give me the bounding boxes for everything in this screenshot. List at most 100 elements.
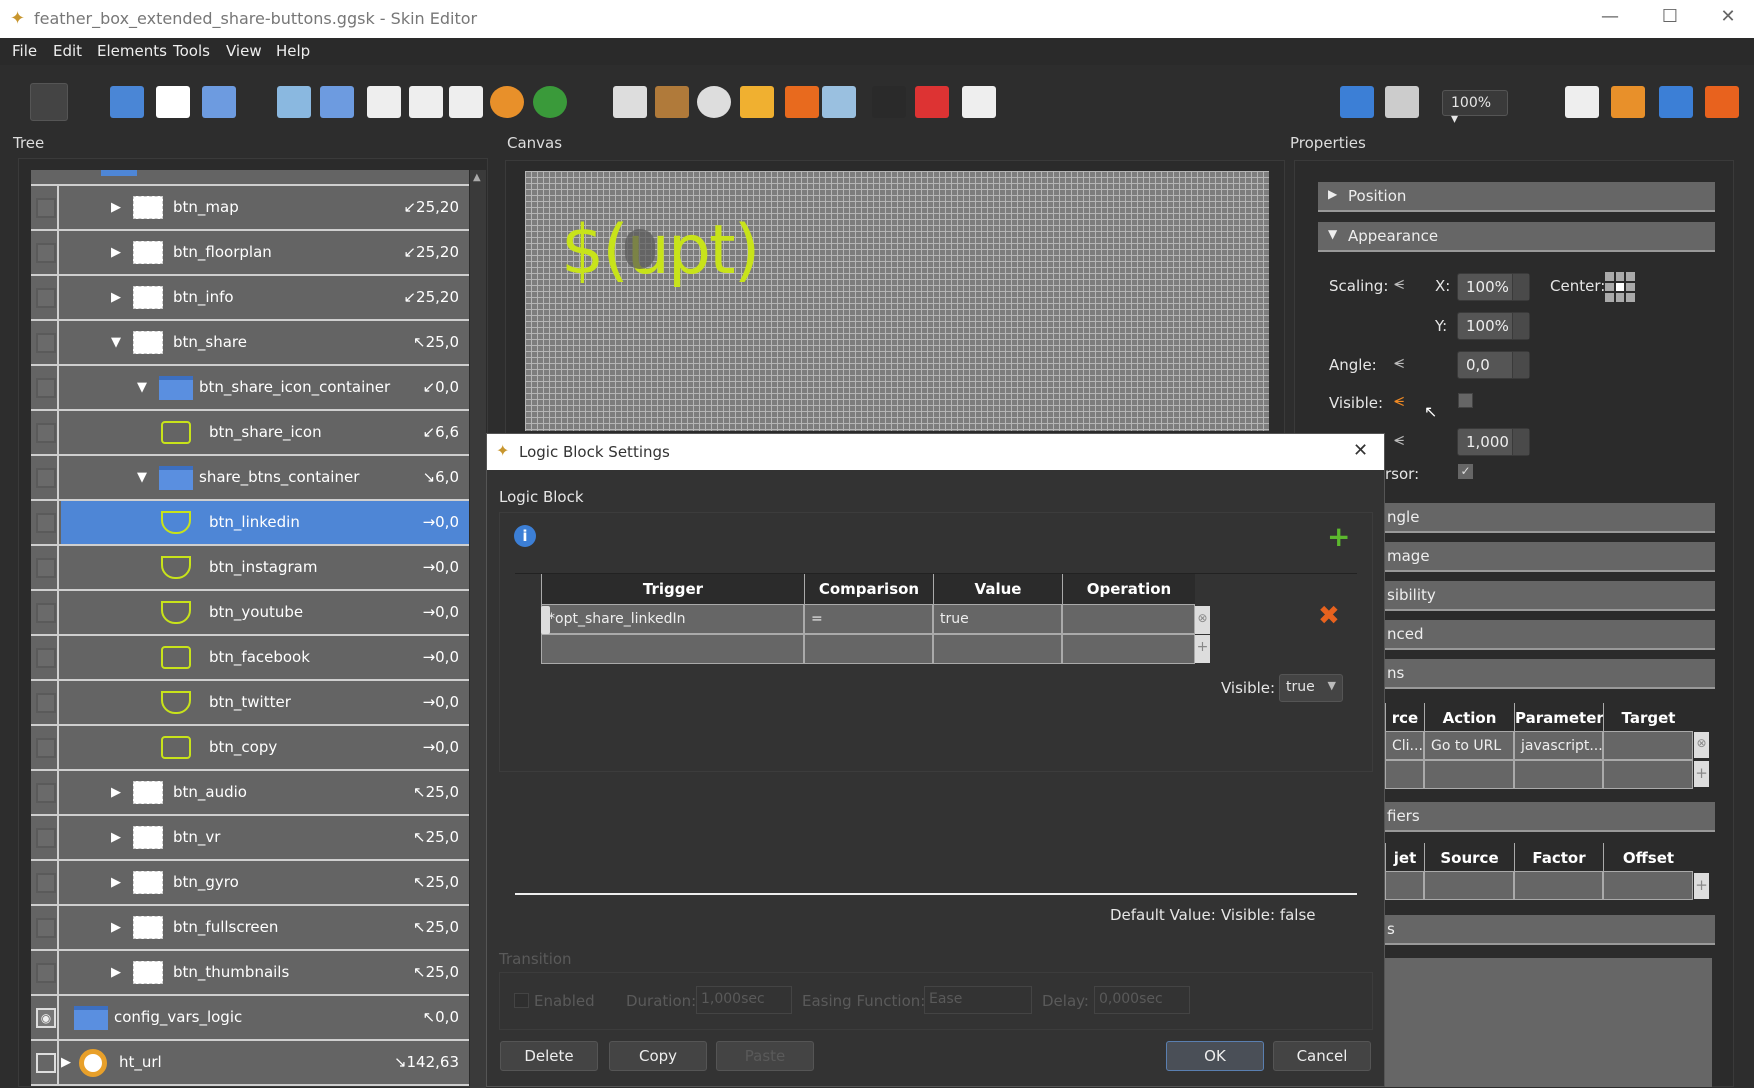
tree-item[interactable]: btn_linkedin →0,0 [61,501,469,544]
canvas-area[interactable]: $(upt) [525,171,1269,431]
rectangle-icon[interactable] [156,86,190,118]
tree-row[interactable]: btn_twitter →0,0 [31,681,469,726]
duration-spinbox[interactable]: 1,000sec [696,986,792,1014]
tree-row[interactable]: ▼ btn_share_icon_container ↙0,0 [31,366,469,411]
visibility-toggle[interactable] [31,681,59,724]
delete-button[interactable]: Delete [500,1041,598,1071]
tree-row[interactable]: btn_facebook →0,0 [31,636,469,681]
table-cell[interactable] [1385,760,1424,789]
visibility-toggle[interactable] [31,501,59,544]
eye-hidden-icon[interactable] [36,828,56,848]
zoom-select[interactable]: 100% ▾ [1442,90,1508,127]
link-icon[interactable]: ⪪ [1394,273,1404,294]
link-active-icon[interactable]: ⪪ [1394,390,1404,411]
tree-row[interactable]: ◉ config_vars_logic ↖0,0 [31,996,469,1041]
cloner-icon[interactable] [613,86,647,118]
tree-row[interactable]: btn_youtube →0,0 [31,591,469,636]
hotspot-marker-icon[interactable] [625,229,655,269]
visibility-toggle[interactable] [31,366,59,409]
copy-button[interactable]: Copy [609,1041,707,1071]
menu-edit[interactable]: Edit [53,42,82,60]
tree-item[interactable]: ▶ btn_audio ↖25,0 [61,771,469,814]
visibility-toggle[interactable] [31,186,59,229]
maximize-button[interactable]: ☐ [1650,6,1690,32]
translate-icon[interactable] [1659,86,1693,118]
collapsed-arrow-icon[interactable]: ▶ [111,920,121,935]
add-modifier-icon[interactable]: + [1694,873,1709,899]
pdf-icon[interactable] [449,86,483,118]
column-header[interactable]: jet [1385,843,1424,871]
table-cell[interactable] [1424,760,1514,789]
column-header-value[interactable]: Value [933,574,1062,604]
visibility-toggle[interactable] [31,276,59,319]
eye-hidden-icon[interactable] [36,513,56,533]
table-cell[interactable] [1603,871,1693,900]
table-cell[interactable]: Go to URL [1424,731,1514,760]
menu-elements[interactable]: Elements [97,42,167,60]
visibility-toggle[interactable] [31,456,59,499]
delay-spinbox[interactable]: 0,000sec [1094,986,1190,1014]
eye-hidden-icon[interactable] [36,918,56,938]
text-icon[interactable] [202,86,236,118]
collapsed-arrow-icon[interactable]: ▶ [111,785,121,800]
tree-item[interactable]: btn_facebook →0,0 [61,636,469,679]
eye-hidden-icon[interactable] [36,693,56,713]
grid-icon[interactable] [655,86,689,118]
palette-icon[interactable] [1611,86,1645,118]
visible-select[interactable]: true ▼ [1279,674,1343,702]
tree-item[interactable]: ▶ btn_floorplan ↙25,20 [61,231,469,274]
eye-icon[interactable]: ◉ [36,1008,56,1028]
tools-icon[interactable] [1705,86,1739,118]
minimize-button[interactable]: — [1590,6,1630,32]
visibility-toggle[interactable] [31,636,59,679]
eye-hidden-icon[interactable] [36,198,56,218]
table-cell[interactable] [1514,760,1603,789]
visibility-toggle[interactable] [31,591,59,634]
menu-file[interactable]: File [12,42,37,60]
ok-button[interactable]: OK [1166,1041,1264,1071]
tree-row[interactable]: ▶ ht_url ↘142,63 [31,1041,469,1086]
map-icon[interactable] [533,86,567,118]
section-1[interactable]: mage [1385,542,1715,572]
table-cell[interactable] [933,634,1062,664]
eye-hidden-icon[interactable] [36,783,56,803]
remove-action-icon[interactable]: ⊗ [1694,732,1709,758]
collapsed-arrow-icon[interactable]: ▶ [111,245,121,260]
table-cell[interactable] [1603,760,1693,789]
visibility-toggle[interactable] [31,231,59,274]
tree-item[interactable]: ▶ ht_url ↘142,63 [61,1041,469,1084]
visibility-toggle[interactable] [31,906,59,949]
scale-x-spinbox[interactable]: 100% [1457,273,1530,301]
zoom-icon[interactable] [1385,86,1419,118]
visibility-toggle[interactable]: ◉ [31,996,59,1039]
angle-spinbox[interactable]: 0,0 [1457,351,1530,379]
collapsed-arrow-icon[interactable]: ▶ [111,290,121,305]
section-4[interactable]: ns [1385,659,1715,689]
visibility-toggle[interactable] [31,861,59,904]
hotspot-icon[interactable] [740,86,774,118]
eye-hidden-icon[interactable] [36,603,56,623]
tree-item[interactable]: btn_share_icon ↙6,6 [61,411,469,454]
section-modifiers[interactable]: fiers [1385,802,1715,832]
table-cell[interactable] [1062,604,1195,634]
visibility-toggle[interactable] [31,411,59,454]
column-header-comparison[interactable]: Comparison [804,574,933,604]
column-header[interactable]: rce [1385,703,1424,731]
tree-row[interactable]: ▼ share_btns_container ↘6,0 [31,456,469,501]
tree-item[interactable]: config_vars_logic ↖0,0 [61,996,469,1039]
center-grid-icon[interactable] [1605,272,1635,302]
column-header[interactable]: Source [1424,843,1514,871]
column-header[interactable]: Action [1424,703,1514,731]
remove-row-icon[interactable]: ⊗ [1195,606,1210,634]
alpha-spinbox[interactable]: 1,000 [1457,428,1530,456]
eye-hidden-icon[interactable] [36,873,56,893]
section-2[interactable]: sibility [1385,581,1715,611]
preview-icon[interactable] [1565,86,1599,118]
tree-row[interactable]: ▶ btn_thumbnails ↖25,0 [31,951,469,996]
tree-item[interactable]: ▶ btn_map ↙25,20 [61,186,469,229]
column-header-operation[interactable]: Operation [1062,574,1195,604]
section-position[interactable]: Position ▶ [1318,182,1715,212]
delete-condition-icon[interactable]: ✖ [1318,601,1340,631]
table-cell[interactable] [1062,634,1195,664]
tree-item[interactable]: ▶ btn_vr ↖25,0 [61,816,469,859]
